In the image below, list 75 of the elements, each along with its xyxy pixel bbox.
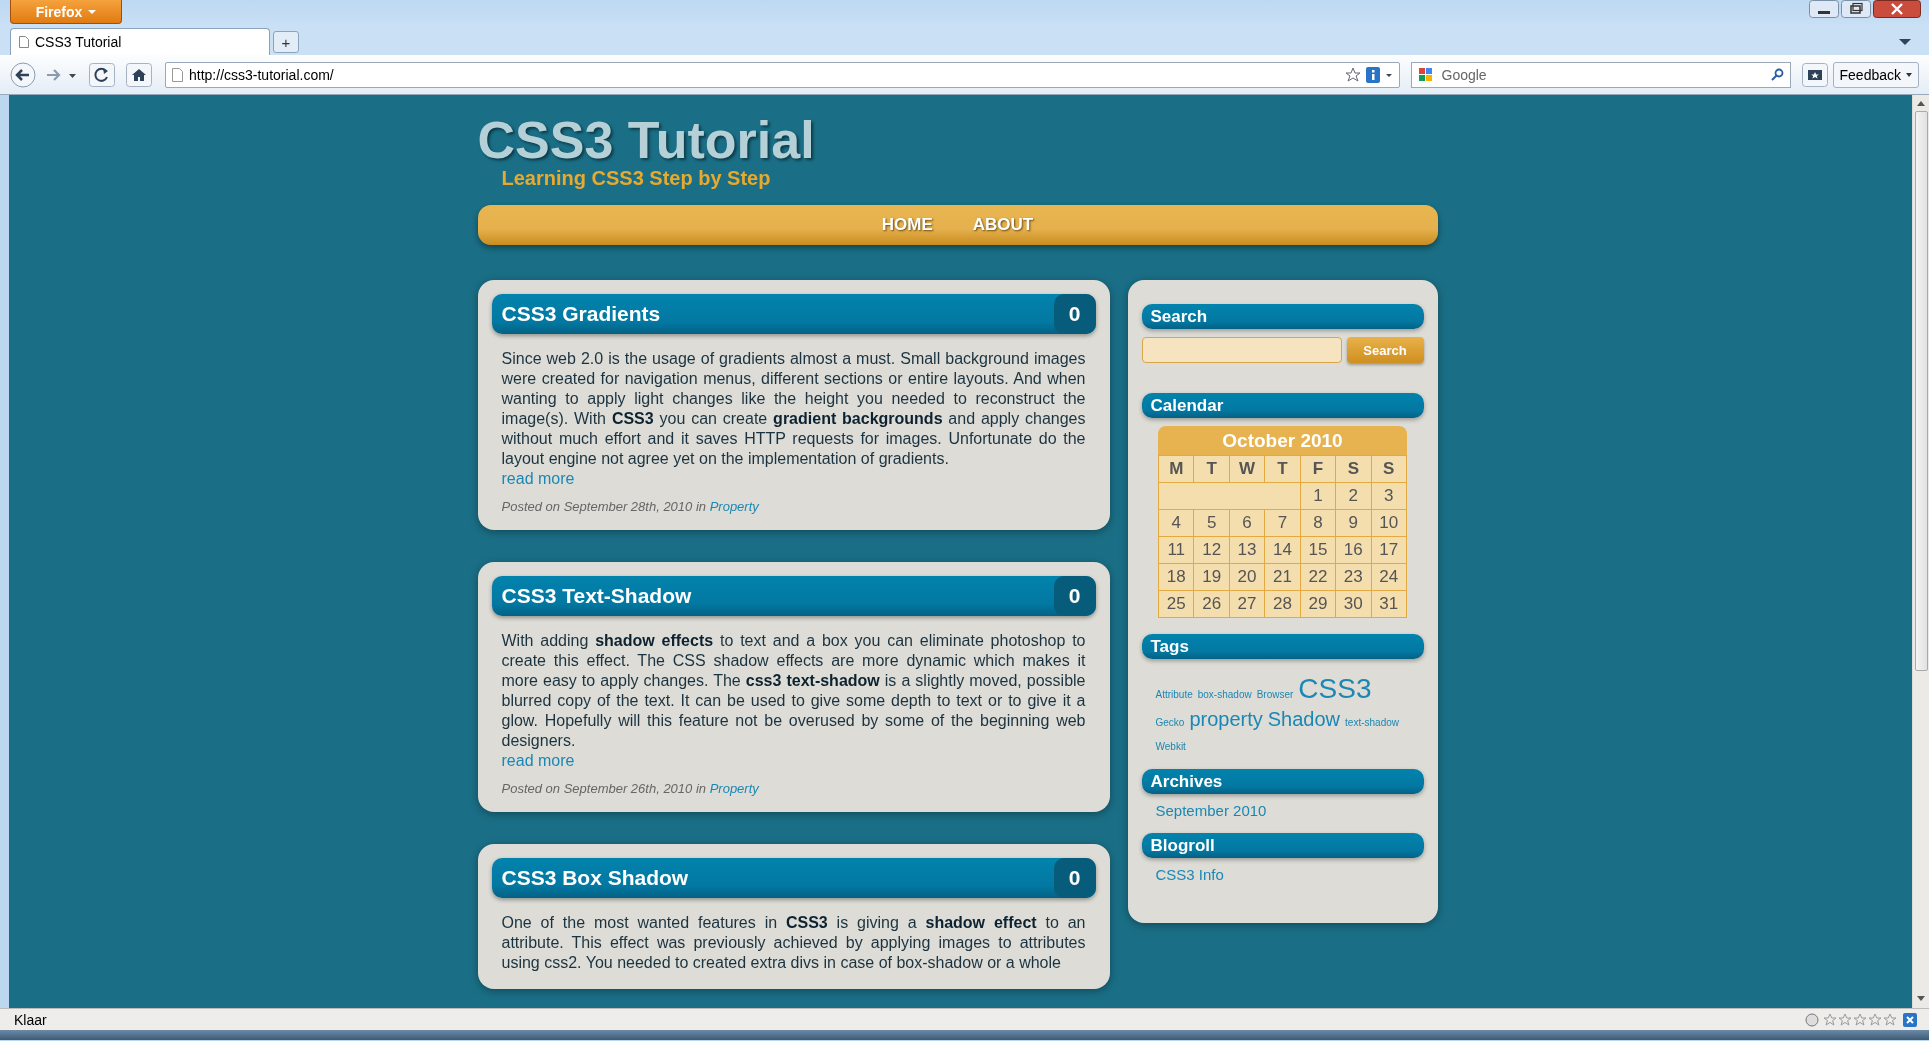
post-meta: Posted on September 28th, 2010 in Property (501, 499, 760, 514)
calendar-day[interactable]: 18 (1158, 563, 1194, 591)
weekday-header: M (1158, 455, 1194, 483)
comment-count[interactable]: 0 (1053, 858, 1096, 898)
search-engine-icon[interactable] (1417, 66, 1434, 83)
tag-link[interactable]: Webkit (1155, 735, 1186, 759)
search-bar[interactable]: Google (1410, 61, 1791, 88)
category-link[interactable]: Property (709, 781, 759, 796)
calendar-month: October 2010 (1221, 429, 1344, 453)
search-icon[interactable] (1769, 67, 1784, 82)
tag-link[interactable]: property (1189, 707, 1263, 731)
calendar-day[interactable]: 25 (1158, 590, 1194, 618)
page-icon (19, 36, 29, 48)
scroll-up-icon[interactable] (1917, 101, 1925, 107)
weekday-header: T (1193, 455, 1230, 483)
scrollbar[interactable] (1912, 95, 1929, 1008)
calendar-day[interactable]: 4 (1158, 509, 1194, 537)
scroll-down-icon[interactable] (1917, 996, 1925, 1002)
info-icon[interactable] (1365, 66, 1380, 83)
weekday-header: T (1264, 455, 1301, 483)
tag-link[interactable]: Attribute (1155, 683, 1193, 707)
browser-tab[interactable]: CSS3 Tutorial (10, 28, 270, 55)
search-field[interactable] (1141, 337, 1342, 363)
feedback-button[interactable]: Feedback (1832, 61, 1919, 88)
weekday-header: S (1371, 455, 1407, 483)
widget-heading: Search (1141, 304, 1424, 329)
tag-link[interactable]: text-shadow (1345, 711, 1399, 735)
page-icon (172, 67, 184, 82)
weekday-header: S (1335, 455, 1372, 483)
category-link[interactable]: Property (709, 499, 759, 514)
new-tab-button[interactable]: + (273, 31, 299, 53)
tag-link[interactable]: CSS3 (1298, 677, 1372, 701)
blogroll-link[interactable]: CSS3 Info (1155, 866, 1224, 883)
weekday-header: F (1300, 455, 1336, 483)
comment-count[interactable]: 0 (1053, 294, 1096, 334)
search-input[interactable]: Google (1439, 65, 1764, 84)
addon-icon[interactable] (1903, 1012, 1919, 1027)
post-title[interactable]: CSS3 Gradients (501, 302, 661, 326)
caret-icon (1906, 71, 1912, 78)
post-excerpt: Since web 2.0 is the usage of gradients almost a must. Small background images were created for navigation menus, different sections or entire layouts. And when wanting to apply light changes like the height you needed to reconstruct the image(s). With CSS3 you can create gradient backgrounds and apply changes without much effort and it saves HTTP requests for images. Unfortunate do the layout engine not agree yet on the implementation of gradients. (501, 349, 1086, 469)
post-excerpt: One of the most wanted features in CSS3 is giving a shadow effect to an attribute. This effect was previously achieved by applying images to attributes using css2. You needed to created extra divs in case of box-shadow or a whole (501, 913, 1086, 973)
bookmarks-icon[interactable] (1801, 62, 1828, 87)
calendar-day[interactable]: 11 (1158, 536, 1194, 564)
post-meta: Posted on September 26th, 2010 in Property (501, 781, 760, 796)
comment-count[interactable]: 0 (1053, 576, 1096, 616)
weekday-header: W (1229, 455, 1265, 483)
tag-link[interactable]: Browser (1256, 683, 1294, 707)
address-bar[interactable]: http://css3-tutorial.com/ (165, 61, 1400, 88)
home-icon[interactable] (126, 62, 152, 87)
widget-heading: Blogroll (1141, 833, 1424, 858)
post-excerpt: With adding shadow effects to text and a box you can eliminate photoshop to create this effect. The CSS shadow effects are more dynamic which makes it more easy to apply changes. The css3 text-shadow is a slightly moved, possible blurred copy of the text. It can be used to give some depth to text or to give it a glow. Hopefully will this feature not be overused by some of the beginning web designers. (501, 631, 1086, 751)
tag-link[interactable]: box-shadow (1197, 683, 1252, 707)
tag-link[interactable]: Gecko (1155, 711, 1185, 735)
read-more-link[interactable]: read more (501, 751, 575, 771)
tag-link[interactable]: Shadow (1267, 707, 1341, 731)
restore-icon[interactable] (1841, 0, 1871, 18)
post-title[interactable]: CSS3 Box Shadow (501, 866, 689, 890)
star-icon[interactable] (1344, 66, 1361, 83)
site-title[interactable]: CSS3 Tutorial (477, 113, 815, 167)
rating-stars-icon (1823, 1012, 1899, 1027)
widget-heading: Archives (1141, 769, 1424, 794)
archive-link[interactable]: September 2010 (1155, 802, 1267, 819)
close-icon[interactable] (1873, 0, 1921, 18)
reload-icon[interactable] (89, 62, 115, 87)
site-tagline: Learning CSS3 Step by Step (501, 167, 771, 189)
minimize-icon[interactable] (1809, 0, 1839, 18)
status-text: Klaar (14, 1011, 47, 1028)
addon-icon[interactable] (1805, 1012, 1819, 1027)
read-more-link[interactable]: read more (501, 469, 575, 489)
scroll-thumb[interactable] (1914, 111, 1928, 671)
widget-heading: Calendar (1141, 393, 1424, 418)
widget-heading: Tags (1141, 634, 1424, 659)
list-all-tabs-icon[interactable] (1899, 37, 1911, 47)
caret-icon (88, 8, 97, 15)
post-title[interactable]: CSS3 Text-Shadow (501, 584, 692, 608)
